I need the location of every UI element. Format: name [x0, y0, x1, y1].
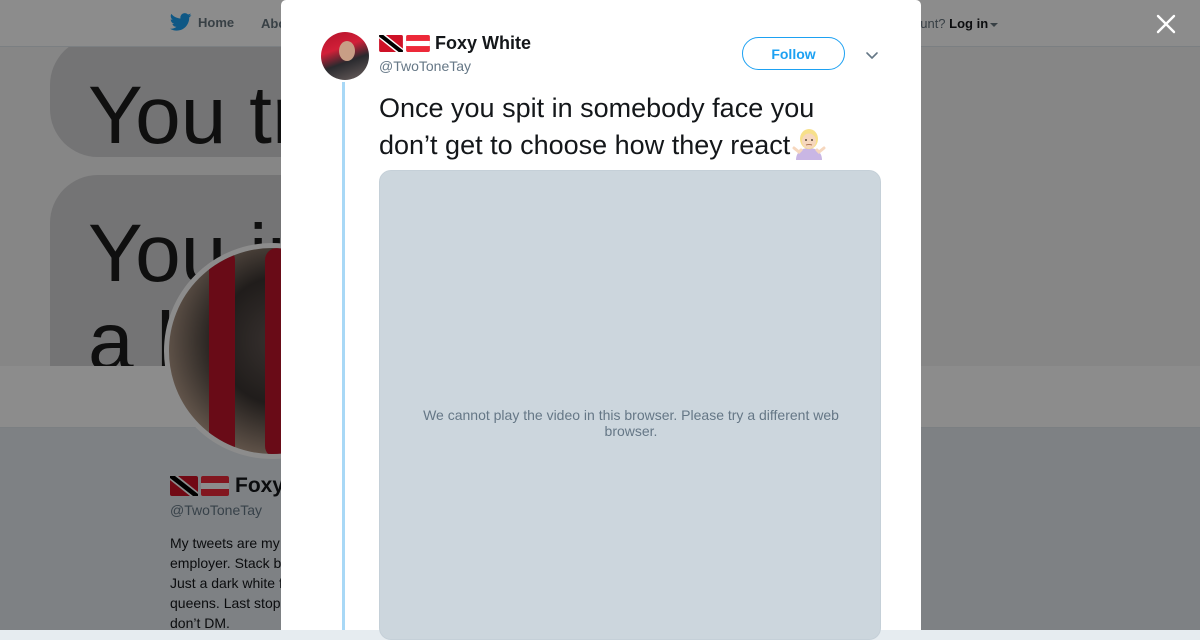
shrug-emoji-icon [792, 129, 826, 160]
tweet-author-handle[interactable]: @TwoToneTay [379, 58, 471, 74]
tweet-text: Once you spit in somebody face you don’t… [379, 91, 859, 163]
tweet-author-avatar[interactable] [321, 32, 369, 80]
chevron-down-icon[interactable] [863, 46, 881, 64]
avatar-face-shape [339, 41, 355, 61]
follow-button[interactable]: Follow [742, 37, 845, 70]
flag-icon [379, 35, 430, 52]
video-unsupported-message: We cannot play the video in this browser… [423, 407, 839, 439]
tweet-author-name[interactable]: Foxy White [379, 33, 531, 54]
tweet-author-name-text: Foxy White [435, 33, 532, 53]
tweet-permalink-modal: Foxy White @TwoToneTay Follow Once you s… [281, 0, 921, 640]
video-player[interactable]: We cannot play the video in this browser… [379, 170, 881, 640]
close-icon [1156, 14, 1176, 34]
thread-line [342, 82, 345, 630]
close-button[interactable] [1150, 8, 1182, 40]
tweet-text-body: Once you spit in somebody face you don’t… [379, 93, 815, 160]
